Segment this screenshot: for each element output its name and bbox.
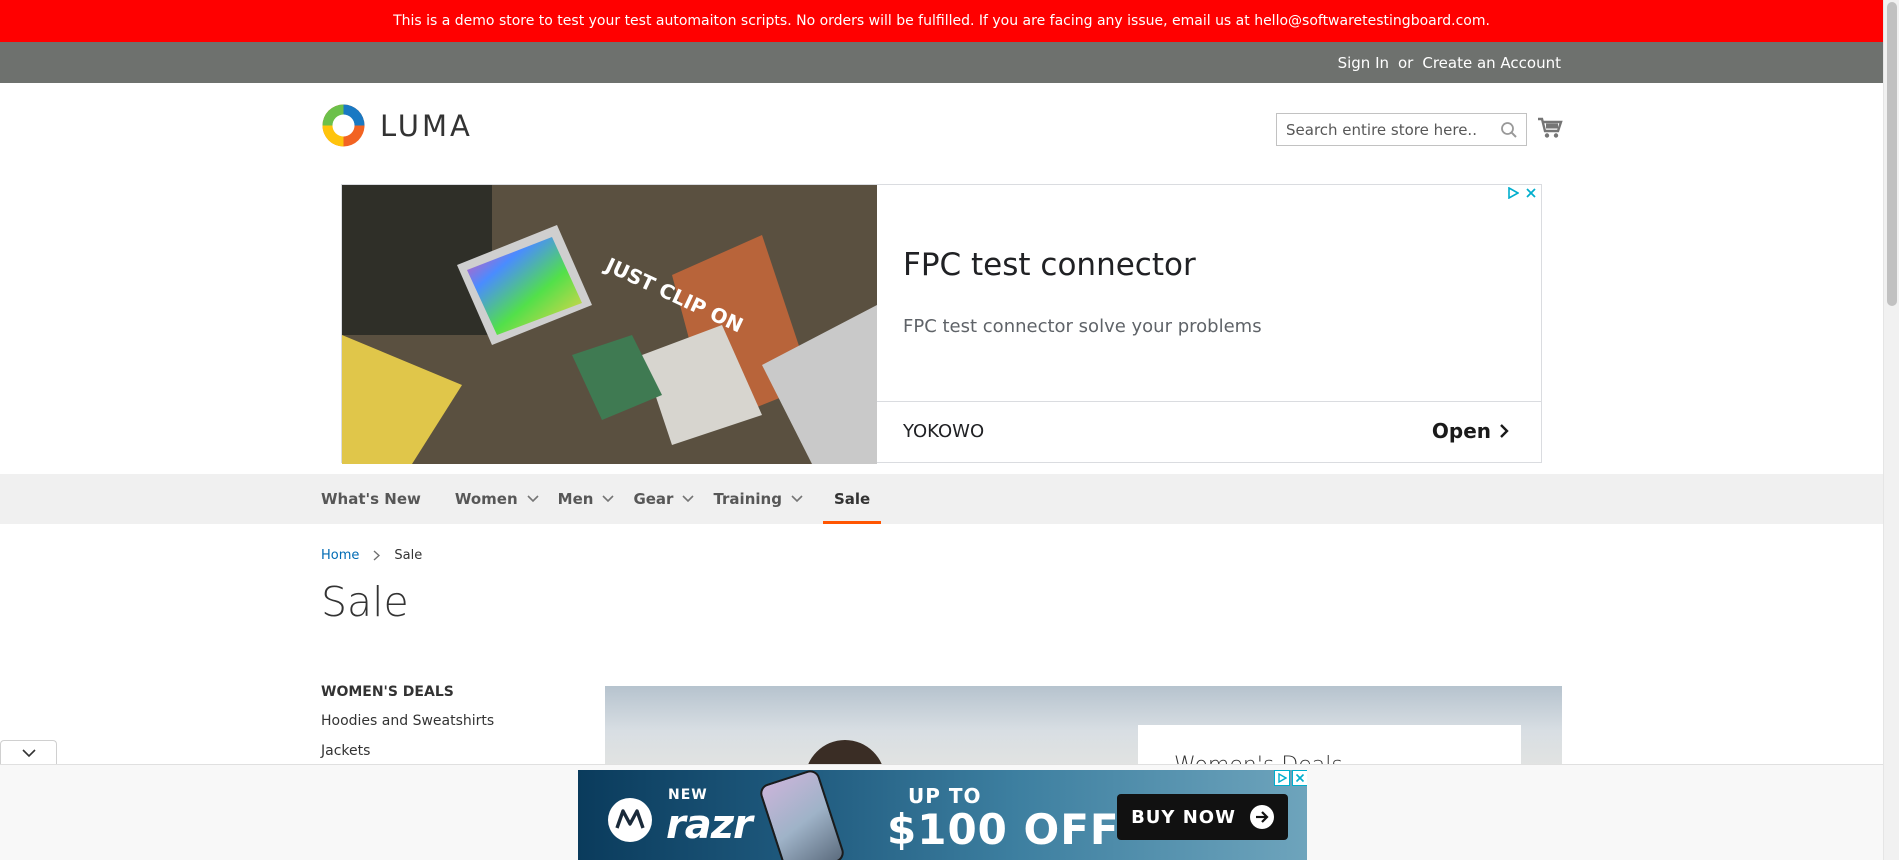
nav-item-men[interactable]: Men [558,474,615,524]
collapse-ad-button[interactable] [0,740,57,765]
sidebar-item-hoodies-and-sweatshirts[interactable]: Hoodies and Sweatshirts [321,710,494,740]
buy-now-button[interactable]: BUY NOW [1117,794,1288,840]
breadcrumb-home-link[interactable]: Home [321,548,359,563]
motorola-logo-icon [608,798,652,842]
chevron-down-icon [791,495,803,503]
ad-choices[interactable] [1507,187,1537,199]
arrow-right-glyph [1255,811,1269,823]
ad-divider [877,401,1541,402]
search-icon[interactable] [1500,121,1518,139]
sticky-ad[interactable]: NEW razr UP TO $100 OFF BUY NOW [578,770,1307,860]
nav-item-label: Gear [633,490,674,508]
motorola-logo-mark [615,809,645,829]
chevron-right-icon [1500,424,1509,438]
luma-logo-icon [322,104,365,147]
nav-list: What's New Women Men Gear Training Sale [321,474,882,524]
search-box [1276,113,1527,146]
nav-item-women[interactable]: Women [455,474,539,524]
sidebar: WOMEN'S DEALS Hoodies and Sweatshirts Ja… [321,684,494,770]
sticky-ad-product: razr [666,802,753,848]
ad-image-illustration: JUST CLIP ON [342,185,877,464]
nav-item-gear[interactable]: Gear [633,474,695,524]
page-scrollbar[interactable] [1883,0,1899,860]
close-icon[interactable] [1292,770,1307,786]
ad-open-label: Open [1431,419,1491,443]
demo-notice-bar: This is a demo store to test your test a… [0,0,1883,42]
nav-item-label: Training [713,490,782,508]
nav-item-label: What's New [321,490,421,508]
sticky-ad-choices[interactable] [1274,770,1307,786]
sticky-ad-new-label: NEW [668,787,708,803]
nav-item-sale[interactable]: Sale [822,474,882,524]
sticky-ad-bar: NEW razr UP TO $100 OFF BUY NOW [0,764,1883,860]
breadcrumb: Home Sale [321,548,422,563]
sign-in-link[interactable]: Sign In [1338,54,1389,72]
ad-description: FPC test connector solve your problems [903,316,1262,337]
ad-title[interactable]: FPC test connector [903,247,1196,283]
cart-icon[interactable] [1537,116,1563,140]
logo-text: LUMA [380,108,473,143]
ad-image: JUST CLIP ON [342,185,877,464]
demo-notice-text: This is a demo store to test your test a… [393,13,1490,29]
arrow-right-icon [1249,805,1274,829]
buy-now-label: BUY NOW [1131,806,1236,828]
chevron-down-icon [682,495,695,503]
chevron-down-icon [21,748,36,757]
nav-item-label: Women [454,490,518,508]
logo[interactable]: LUMA [321,103,473,148]
chevron-right-icon [373,550,381,561]
page-title: Sale [321,578,409,626]
display-ad[interactable]: JUST CLIP ON FPC test connector FPC test… [341,184,1542,464]
close-icon[interactable] [1525,187,1537,199]
chevron-down-icon [602,495,615,503]
search-input[interactable] [1277,114,1487,145]
sticky-ad-offer: $100 OFF [887,805,1120,854]
nav-item-label: Sale [833,490,871,508]
nav-item-label: Men [557,490,594,508]
main-navigation: What's New Women Men Gear Training Sale [0,474,1883,524]
or-text: or [1398,53,1414,72]
ad-open-button[interactable]: Open [1432,419,1509,443]
scrollbar-thumb[interactable] [1887,2,1897,306]
nav-item-training[interactable]: Training [713,474,803,524]
nav-item-whats-new[interactable]: What's New [321,474,421,524]
sidebar-heading: WOMEN'S DEALS [321,684,454,700]
ad-choices-icon[interactable] [1274,770,1290,786]
phone-image [757,770,847,860]
breadcrumb-current: Sale [394,548,423,563]
ad-choices-icon[interactable] [1507,187,1519,199]
header-links-bar: Sign In or Create an Account [0,42,1883,83]
create-account-link[interactable]: Create an Account [1422,54,1561,72]
header-links: Sign In or Create an Account [1338,42,1561,83]
page: This is a demo store to test your test a… [0,0,1883,860]
chevron-down-icon [527,495,539,503]
ad-advertiser: YOKOWO [903,421,985,442]
